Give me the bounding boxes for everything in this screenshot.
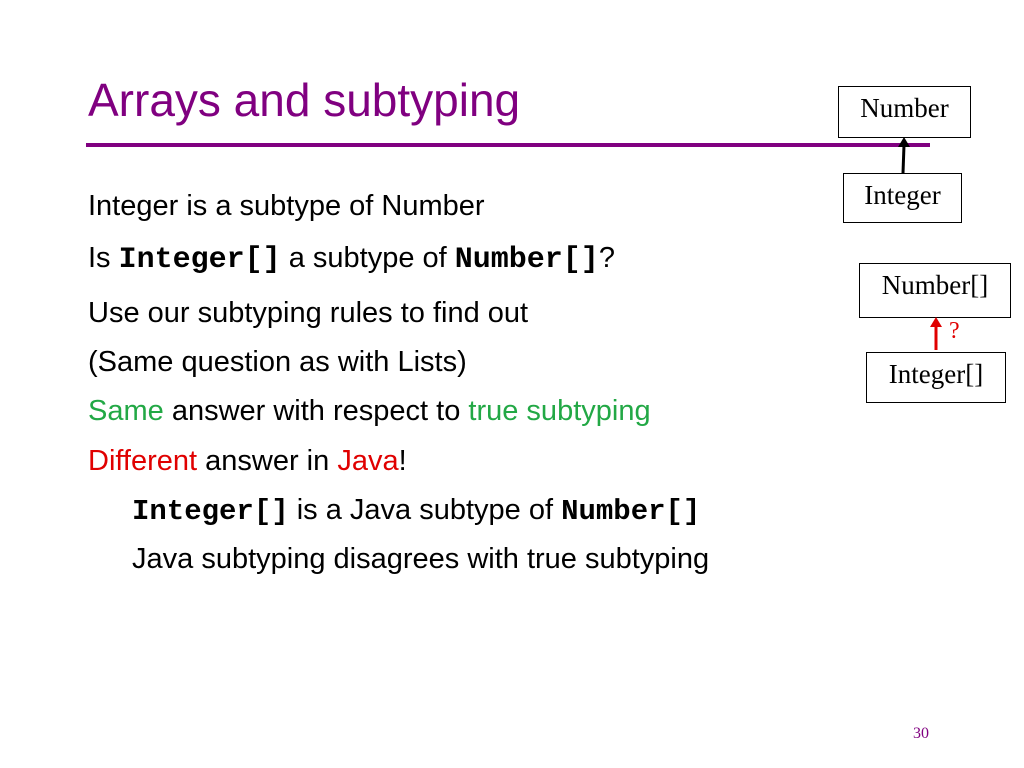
subtype-arrow-red xyxy=(930,317,942,350)
page-number: 30 xyxy=(913,725,929,742)
subtype-arrow-black xyxy=(898,137,910,174)
diagram-arrows xyxy=(898,137,942,350)
